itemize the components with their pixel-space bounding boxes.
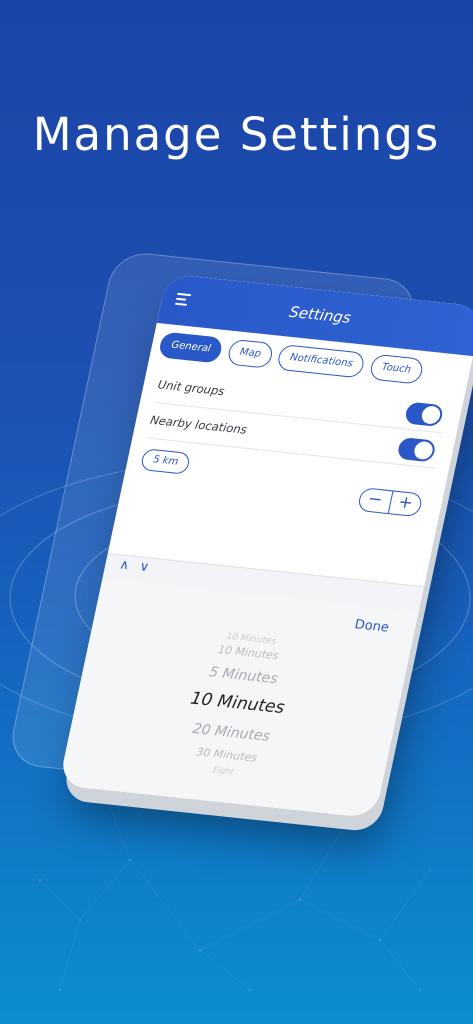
radius-chip[interactable]: 5 km [139,448,192,475]
time-picker[interactable]: Done 10 Minutes 10 Minutes 5 Minutes 10 … [58,578,419,819]
toggle-knob [412,440,435,461]
stepper-plus-button[interactable]: + [388,491,422,516]
divider [146,437,436,469]
tab-map[interactable]: Map [226,338,275,369]
nearby-locations-label: Nearby locations [148,412,249,437]
toggle-knob [420,405,442,425]
unit-groups-toggle[interactable] [403,401,445,427]
unit-groups-label: Unit groups [156,377,226,399]
app-title: Settings [287,302,353,327]
headline: Manage Settings [32,108,441,161]
tab-general[interactable]: General [157,331,225,364]
tab-touch[interactable]: Touch [368,353,425,385]
tab-notifications[interactable]: Notifications [276,344,367,379]
chevron-down-icon[interactable]: ∨ [138,559,151,575]
done-button[interactable]: Done [353,617,390,635]
stepper-minus-button[interactable]: − [357,488,393,514]
radius-stepper: − + [356,487,424,518]
phone-mockup: Settings General Map Notifications Touch… [6,250,473,819]
menu-icon[interactable] [174,292,192,306]
nearby-locations-toggle[interactable] [396,436,437,463]
chevron-up-icon[interactable]: ∧ [118,557,131,573]
